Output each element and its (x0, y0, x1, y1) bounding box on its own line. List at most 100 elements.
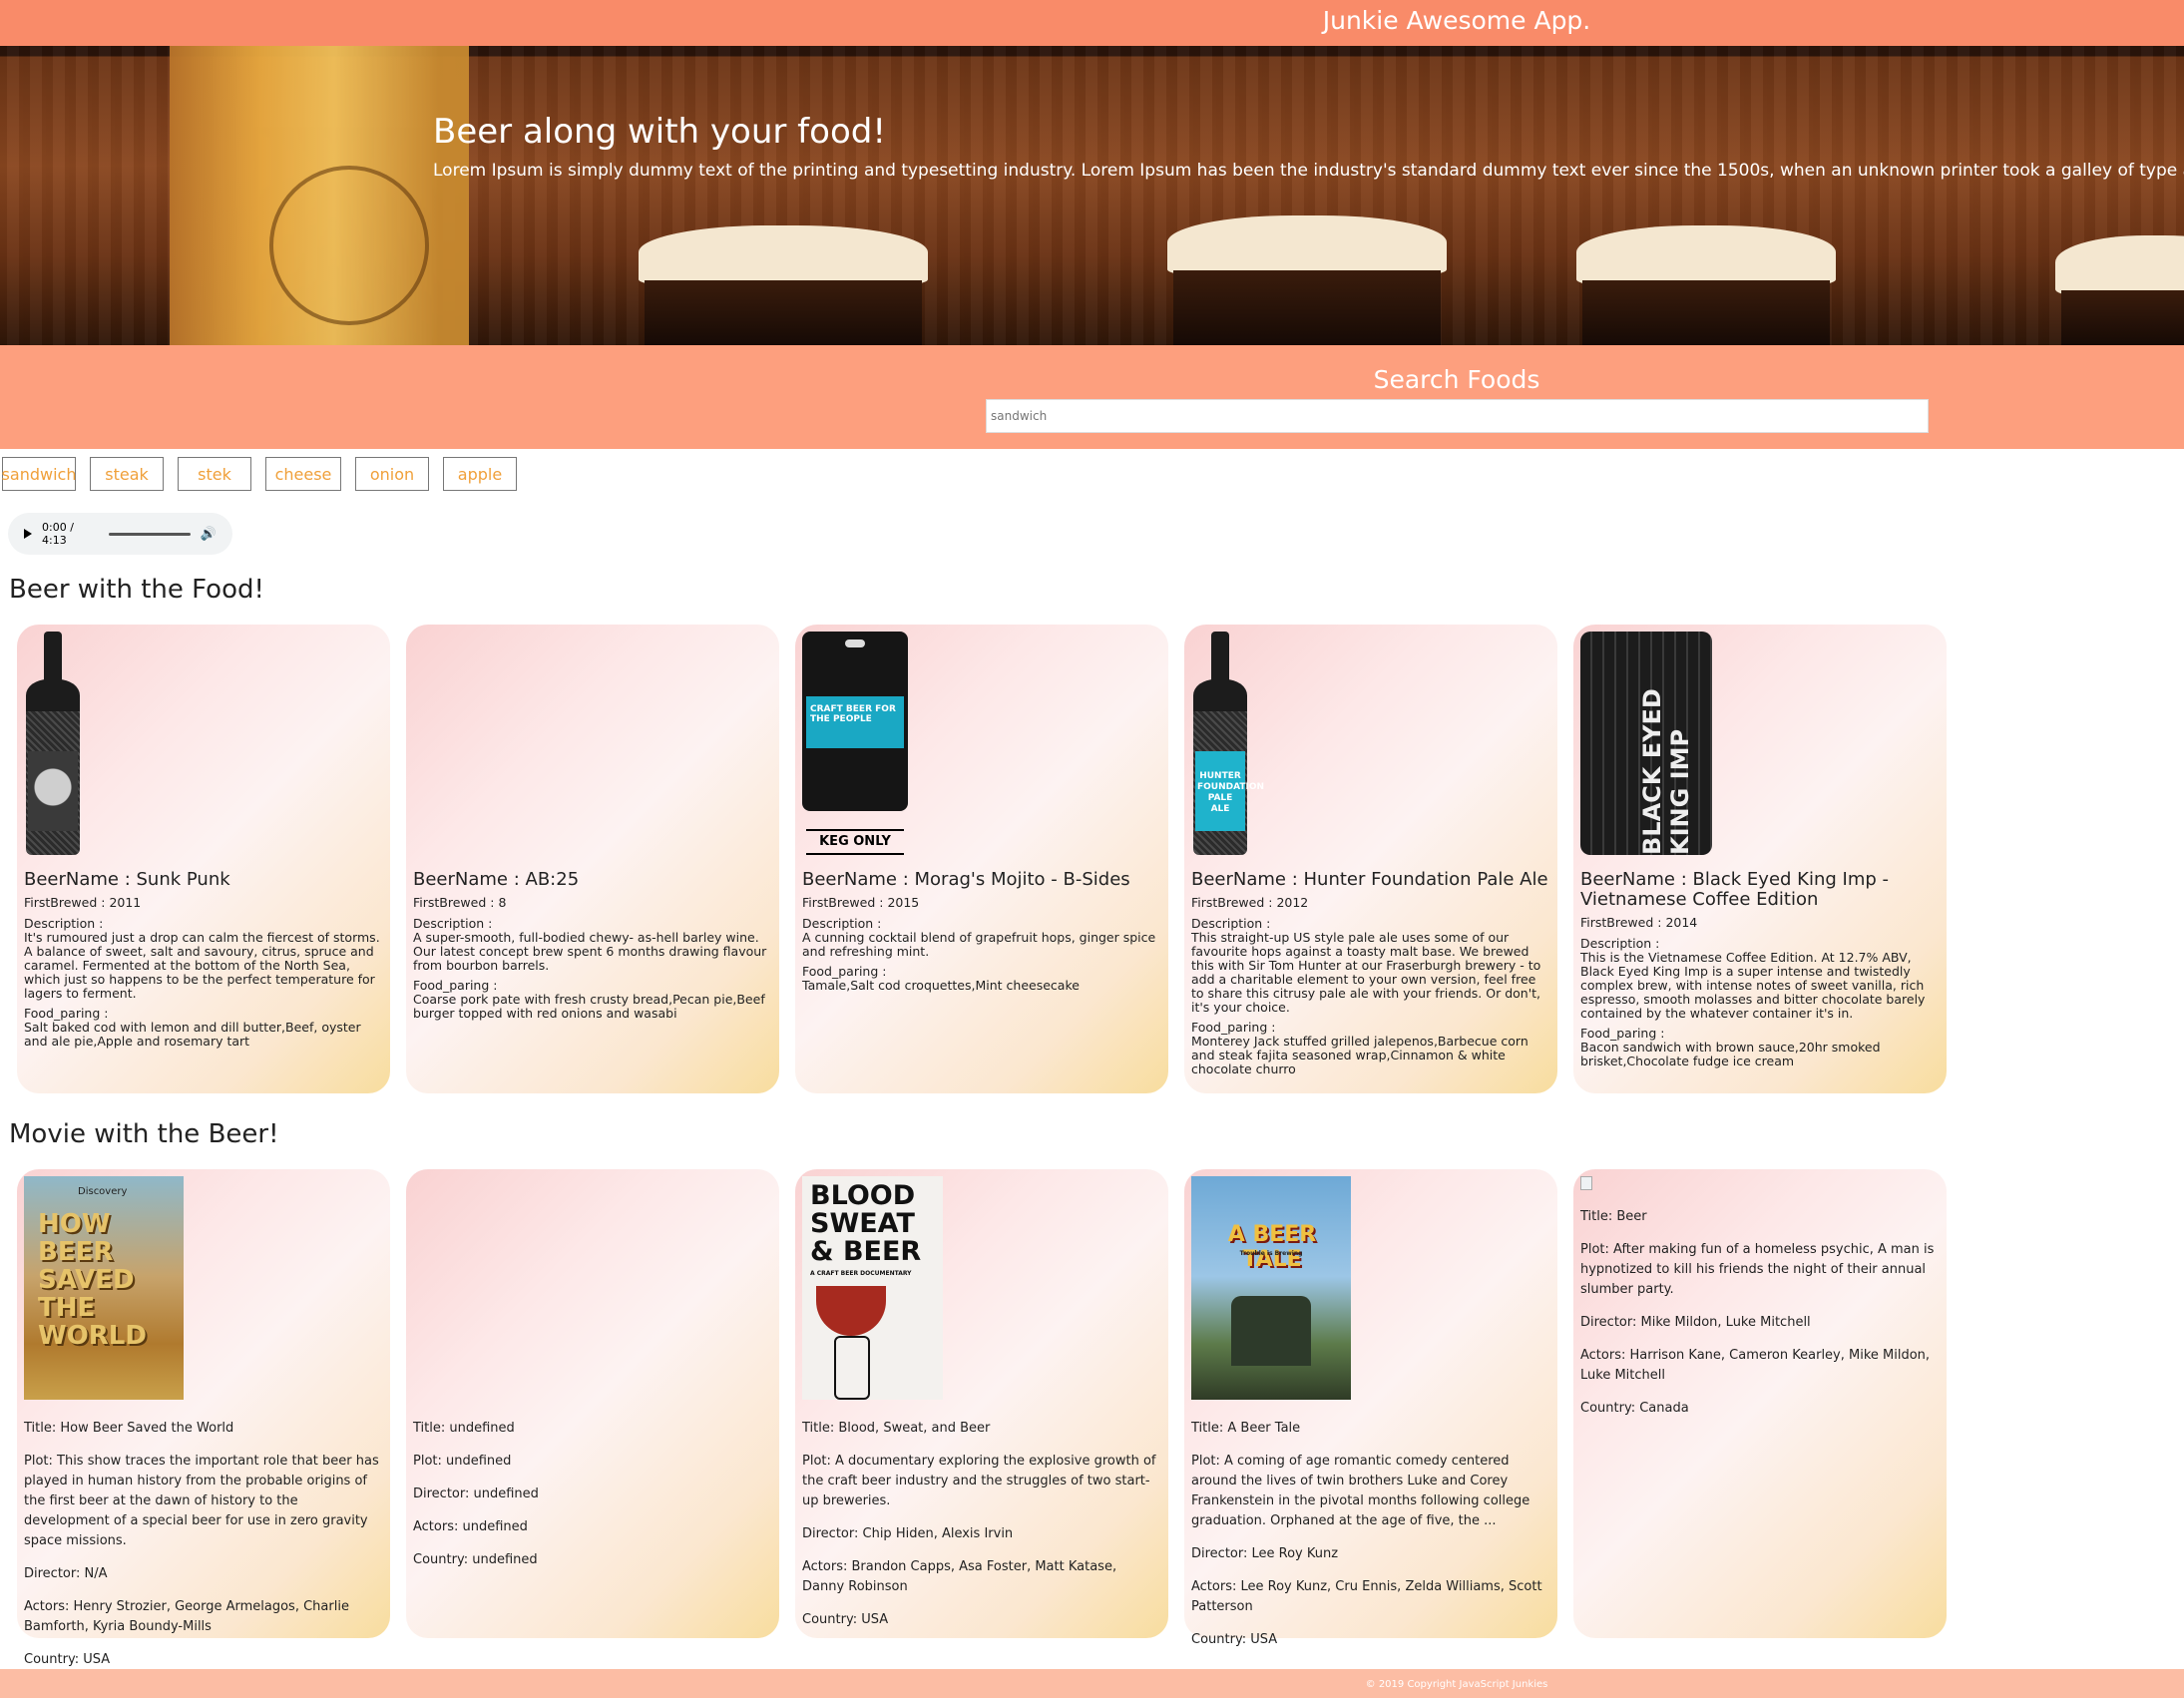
hunter-label-text: HUNTER FOUNDATION PALE ALE (1195, 751, 1264, 831)
food-pairing: Tamale,Salt cod croquettes,Mint cheeseca… (802, 978, 1080, 993)
food-chip-steak[interactable]: steak (90, 457, 164, 491)
movie-country: Country: USA (802, 1612, 889, 1627)
copyright-text: © 2019 Copyright JavaScript Junkies (1365, 1679, 1548, 1690)
beer-mug-image (1167, 215, 1447, 345)
food-chip-cheese[interactable]: cheese (265, 457, 341, 491)
fist-icon (834, 1336, 870, 1400)
app-title: Junkie Awesome App. (1322, 6, 1591, 35)
movie-section-title: Movie with the Beer! (9, 1119, 279, 1149)
volume-icon[interactable]: 🔊 (201, 527, 217, 542)
description-label: Description : (24, 916, 104, 931)
movie-actors: Actors: Harrison Kane, Cameron Kearley, … (1580, 1348, 1931, 1383)
first-brewed: FirstBrewed : 8 (413, 895, 507, 910)
poster-title: A BEER TALE (1227, 1222, 1317, 1272)
movie-actors: Actors: undefined (413, 1519, 528, 1534)
beer-name: BeerName : Morag's Mojito - B-Sides (802, 869, 1130, 890)
movie-actors: Actors: Lee Roy Kunz, Cru Ennis, Zelda W… (1191, 1579, 1542, 1614)
food-pairing-label: Food_paring : (1191, 1020, 1276, 1035)
movie-director: Director: Chip Hiden, Alexis Irvin (802, 1526, 1014, 1541)
beer-name: BeerName : Black Eyed King Imp - Vietnam… (1580, 869, 1890, 910)
movie-poster: Discovery HOW BEER SAVED THE WORLD (24, 1176, 184, 1400)
search-section: Search Foods (0, 345, 2184, 449)
movie-country: Country: USA (24, 1652, 111, 1667)
beer-description: This is the Vietnamese Coffee Edition. A… (1580, 950, 1926, 1021)
movie-title: Title: How Beer Saved the World (24, 1421, 234, 1436)
keg-only-text: KEG ONLY (806, 829, 904, 855)
poster-brand: Discovery (78, 1186, 128, 1197)
audio-time: 0:00 / 4:13 (42, 521, 74, 547)
first-brewed: FirstBrewed : 2011 (24, 895, 142, 910)
movie-plot: Plot: A coming of age romantic comedy ce… (1191, 1454, 1530, 1528)
poster-subtitle: Trouble is Brewing (1239, 1250, 1303, 1257)
beer-description: A cunning cocktail blend of grapefruit h… (802, 930, 1156, 959)
beer-mug-image (2055, 235, 2184, 345)
beer-card: BLACK EYED KING IMP BeerName : Black Eye… (1573, 625, 1947, 1093)
food-chip-sandwich[interactable]: sandwich (2, 457, 76, 491)
movie-card: BLOOD SWEAT & BEER A CRAFT BEER DOCUMENT… (795, 1169, 1168, 1638)
movie-country: Country: Canada (1580, 1401, 1689, 1416)
movie-director: Director: Lee Roy Kunz (1191, 1546, 1339, 1561)
audio-player: 0:00 / 4:13 🔊 (8, 513, 232, 555)
food-pairing: Bacon sandwich with brown sauce,20hr smo… (1580, 1040, 1881, 1068)
food-pairing-label: Food_paring : (24, 1006, 109, 1021)
search-title: Search Foods (1373, 365, 1540, 394)
poster-subtitle: A CRAFT BEER DOCUMENTARY (810, 1270, 912, 1277)
movie-title: Title: Blood, Sweat, and Beer (802, 1421, 991, 1436)
beer-image (24, 632, 82, 855)
movie-title: Title: A Beer Tale (1191, 1421, 1301, 1436)
beer-name: BeerName : Hunter Foundation Pale Ale (1191, 869, 1548, 890)
movie-country: Country: USA (1191, 1632, 1278, 1647)
page-footer: © 2019 Copyright JavaScript Junkies (0, 1669, 2184, 1698)
beer-description: It's rumoured just a drop can calm the f… (24, 930, 380, 1001)
food-pairing: Salt baked cod with lemon and dill butte… (24, 1020, 361, 1049)
glass-logo-icon (269, 166, 429, 325)
movie-card: Title: undefined Plot: undefined Directo… (406, 1169, 779, 1638)
food-pairing-label: Food_paring : (413, 978, 498, 993)
hero-text: Lorem Ipsum is simply dummy text of the … (433, 161, 2184, 181)
play-icon[interactable] (24, 529, 32, 539)
food-pairing: Coarse pork pate with fresh crusty bread… (413, 992, 765, 1021)
description-label: Description : (1580, 936, 1660, 951)
beer-mug-image (1576, 225, 1836, 345)
first-brewed: FirstBrewed : 2015 (802, 895, 920, 910)
poster-title: BLOOD SWEAT & BEER (810, 1180, 922, 1267)
movie-poster: A BEER TALE Trouble is Brewing (1191, 1176, 1351, 1400)
movie-poster: BLOOD SWEAT & BEER A CRAFT BEER DOCUMENT… (802, 1176, 943, 1400)
movie-title: Title: Beer (1580, 1209, 1647, 1224)
beer-card: HUNTER FOUNDATION PALE ALE BeerName : Hu… (1184, 625, 1557, 1093)
movie-card: Discovery HOW BEER SAVED THE WORLD Title… (17, 1169, 390, 1667)
food-pairing: Monterey Jack stuffed grilled jalepenos,… (1191, 1034, 1529, 1076)
app-header: Junkie Awesome App. (0, 0, 2184, 46)
movie-actors: Actors: Henry Strozier, George Armelagos… (24, 1599, 349, 1634)
first-brewed: FirstBrewed : 2014 (1580, 915, 1698, 930)
beer-description: This straight-up US style pale ale uses … (1191, 930, 1541, 1015)
movie-plot: Plot: A documentary exploring the explos… (802, 1454, 1156, 1508)
beer-glass-icon (816, 1286, 886, 1336)
beer-name: BeerName : AB:25 (413, 869, 580, 890)
keg-band-text: CRAFT BEER FOR THE PEOPLE (806, 696, 904, 748)
first-brewed: FirstBrewed : 2012 (1191, 895, 1309, 910)
hero-heading: Beer along with your food! (433, 112, 886, 152)
beer-section-title: Beer with the Food! (9, 575, 264, 605)
stroller-icon (1231, 1296, 1311, 1366)
beer-mug-image (639, 225, 928, 345)
beer-glass-image (170, 46, 469, 345)
beer-image: CRAFT BEER FOR THE PEOPLE KEG ONLY (802, 632, 908, 855)
movie-director: Director: undefined (413, 1486, 539, 1501)
food-pairing-label: Food_paring : (802, 964, 887, 979)
movie-country: Country: undefined (413, 1552, 538, 1567)
movie-director: Director: Mike Mildon, Luke Mitchell (1580, 1315, 1811, 1330)
movie-card: Title: Beer Plot: After making fun of a … (1573, 1169, 1947, 1638)
beer-card: CRAFT BEER FOR THE PEOPLE KEG ONLY BeerN… (795, 625, 1168, 1093)
beer-card: BeerName : AB:25 FirstBrewed : 8 Descrip… (406, 625, 779, 1093)
audio-progress-slider[interactable] (109, 532, 191, 536)
search-input[interactable] (986, 399, 1929, 433)
food-suggestion-list: sandwich steak stek cheese onion apple (2, 457, 517, 491)
description-label: Description : (1191, 916, 1271, 931)
food-chip-onion[interactable]: onion (355, 457, 429, 491)
food-chip-apple[interactable]: apple (443, 457, 517, 491)
beer-name: BeerName : Sunk Punk (24, 869, 230, 890)
hero-banner: Beer along with your food! Lorem Ipsum i… (0, 46, 2184, 345)
food-chip-stek[interactable]: stek (178, 457, 251, 491)
beer-image: BLACK EYED KING IMP (1580, 632, 1712, 855)
